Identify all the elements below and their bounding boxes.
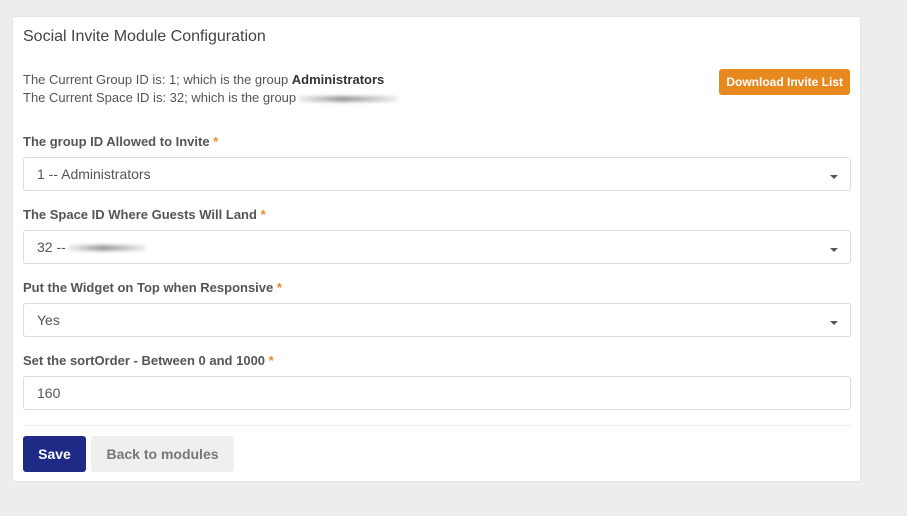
download-invite-list-button[interactable]: Download Invite List [719, 69, 850, 95]
required-marker: * [260, 207, 266, 222]
chevron-down-icon [830, 321, 838, 325]
required-marker: * [276, 280, 282, 295]
group-id-select-value: 1 -- Administrators [37, 166, 151, 182]
sort-order-label: Set the sortOrder - Between 0 and 1000 * [23, 353, 274, 368]
chevron-down-icon [830, 248, 838, 252]
current-group-text: The Current Group ID is: 1; which is the… [23, 72, 292, 87]
current-group-name: Administrators [291, 72, 385, 87]
widget-top-label: Put the Widget on Top when Responsive * [23, 280, 282, 295]
group-id-select[interactable]: 1 -- Administrators [23, 157, 851, 191]
required-marker: * [268, 353, 274, 368]
space-id-select[interactable]: 32 -- [23, 230, 851, 264]
sort-order-label-text: Set the sortOrder - Between 0 and 1000 [23, 353, 266, 368]
group-id-label-text: The group ID Allowed to Invite [23, 134, 210, 149]
chevron-down-icon [830, 175, 838, 179]
save-button[interactable]: Save [23, 436, 86, 472]
widget-top-select-value: Yes [37, 312, 60, 328]
widget-top-label-text: Put the Widget on Top when Responsive [23, 280, 274, 295]
widget-top-select[interactable]: Yes [23, 303, 851, 337]
group-id-label: The group ID Allowed to Invite * [23, 134, 218, 149]
space-id-select-value: 32 -- [37, 239, 66, 255]
redacted-space-name [298, 95, 399, 102]
current-space-text: The Current Space ID is: 32; which is th… [23, 90, 297, 105]
space-id-label: The Space ID Where Guests Will Land * [23, 207, 266, 222]
current-space-line: The Current Space ID is: 32; which is th… [23, 89, 399, 107]
page-title: Social Invite Module Configuration [23, 28, 266, 45]
back-to-modules-button[interactable]: Back to modules [91, 436, 234, 472]
current-group-line: The Current Group ID is: 1; which is the… [23, 71, 398, 89]
info-block: The Current Group ID is: 1; which is the… [23, 71, 399, 107]
config-panel: Social Invite Module Configuration The C… [12, 16, 861, 482]
sort-order-input[interactable] [23, 376, 851, 410]
space-id-label-text: The Space ID Where Guests Will Land [23, 207, 257, 222]
required-marker: * [213, 134, 219, 149]
form-divider [23, 425, 851, 426]
redacted-space-option [67, 245, 146, 252]
